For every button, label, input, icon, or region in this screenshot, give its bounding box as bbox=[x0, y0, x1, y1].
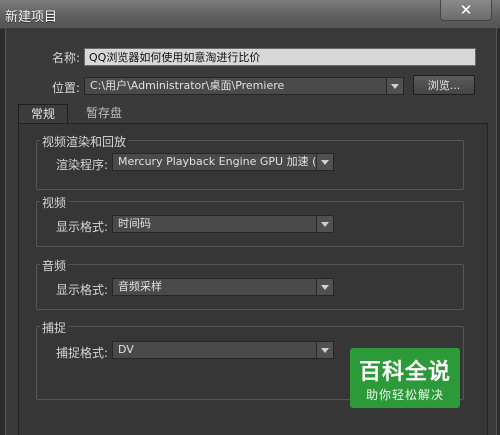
chevron-down-icon bbox=[316, 279, 333, 295]
location-value: C:\用户\Administrator\桌面\Premiere bbox=[90, 79, 285, 92]
chevron-down-icon bbox=[386, 78, 403, 94]
capture-format-label: 捕捉格式: bbox=[56, 346, 109, 360]
tab-scratch-disks[interactable]: 暂存盘 bbox=[74, 104, 134, 124]
name-label: 名称: bbox=[52, 51, 81, 65]
chevron-down-icon bbox=[316, 216, 333, 232]
chevron-down-icon bbox=[316, 342, 333, 358]
audio-display-format-select[interactable]: 音频采样 bbox=[112, 278, 334, 296]
video-display-format-label: 显示格式: bbox=[56, 220, 109, 234]
tab-general[interactable]: 常规 bbox=[18, 104, 68, 124]
video-group-title: 视频 bbox=[40, 194, 69, 211]
chevron-down-icon bbox=[316, 154, 333, 170]
watermark-main-text: 百科全说 bbox=[358, 360, 451, 385]
capture-group-title: 捕捉 bbox=[40, 319, 69, 336]
capture-format-select[interactable]: DV bbox=[112, 341, 334, 359]
renderer-label: 渲染程序: bbox=[56, 158, 109, 172]
audio-display-format-value: 音频采样 bbox=[118, 280, 162, 293]
window-title: 新建项目 bbox=[5, 10, 58, 25]
renderer-value: Mercury Playback Engine GPU 加速 (O... bbox=[118, 155, 334, 168]
location-label: 位置: bbox=[52, 81, 81, 95]
audio-display-format-label: 显示格式: bbox=[56, 283, 109, 297]
watermark-logo: 百科全说 助你轻松解决 bbox=[350, 348, 460, 408]
close-button[interactable]: ✕ bbox=[440, 0, 492, 21]
video-display-format-select[interactable]: 时间码 bbox=[112, 215, 334, 233]
location-select[interactable]: C:\用户\Administrator\桌面\Premiere bbox=[84, 77, 404, 95]
renderer-select[interactable]: Mercury Playback Engine GPU 加速 (O... bbox=[112, 153, 334, 171]
project-name-input[interactable]: QQ浏览器如何使用如意淘进行比价 bbox=[84, 48, 476, 66]
title-bar: 新建项目 ✕ bbox=[0, 0, 500, 29]
capture-format-value: DV bbox=[118, 343, 134, 356]
browse-button[interactable]: 浏览... bbox=[413, 75, 475, 95]
close-icon: ✕ bbox=[459, 1, 473, 19]
video-display-format-value: 时间码 bbox=[118, 217, 151, 230]
audio-group-title: 音频 bbox=[40, 257, 69, 274]
render-group-title: 视频渲染和回放 bbox=[40, 133, 129, 150]
watermark-sub-text: 助你轻松解决 bbox=[365, 388, 444, 402]
